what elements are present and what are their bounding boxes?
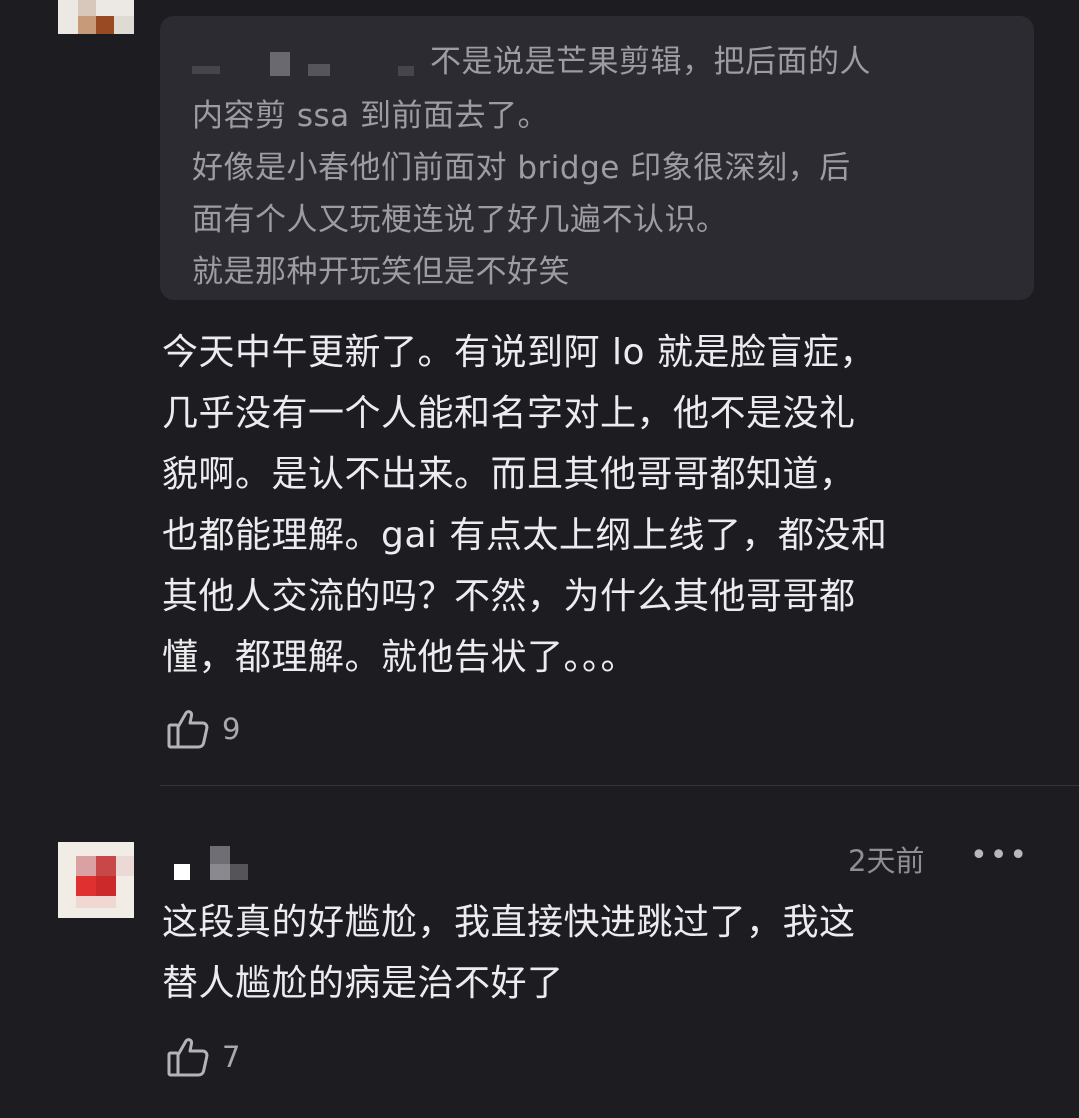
timestamp: 2天前 <box>848 844 925 878</box>
comment-line: 懂，都理解。就他告状了。。。 <box>162 637 638 678</box>
quote-line: 好像是小春他们前面对 bridge 印象很深刻，后 <box>192 150 851 186</box>
quote-line: 就是那种开玩笑但是不好笑 <box>192 254 570 290</box>
quote-line: 不是说是芒果剪辑，把后面的人 <box>430 44 871 80</box>
comment-line: 几乎没有一个人能和名字对上，他不是没礼 <box>162 393 856 434</box>
redacted-username <box>192 52 432 82</box>
comment-body: 今天中午更新了。有说到阿 lo 就是脸盲症， 几乎没有一个人能和名字对上，他不是… <box>162 322 887 688</box>
like-count: 7 <box>222 1040 241 1074</box>
comment-line: 今天中午更新了。有说到阿 lo 就是脸盲症， <box>162 332 876 373</box>
comment-line: 也都能理解。gai 有点太上纲上线了，都没和 <box>162 515 888 556</box>
divider <box>160 785 1079 786</box>
quoted-reply: 不是说是芒果剪辑，把后面的人 内容剪 ssa 到前面去了。 好像是小春他们前面对… <box>160 16 1034 300</box>
comment-line: 这段真的好尴尬，我直接快进跳过了，我这 <box>162 902 856 943</box>
comment-line: 替人尴尬的病是治不好了 <box>162 963 564 1004</box>
quote-line: 内容剪 ssa 到前面去了。 <box>192 98 550 134</box>
avatar[interactable] <box>58 0 134 34</box>
comment-line: 貌啊。是认不出来。而且其他哥哥都知道， <box>162 454 856 495</box>
more-options-button[interactable]: ••• <box>970 838 1029 873</box>
redacted-username[interactable] <box>174 842 250 882</box>
thumbs-up-icon <box>166 707 210 751</box>
quote-line: 面有个人又玩梗连说了好几遍不认识。 <box>192 202 728 238</box>
avatar[interactable] <box>58 842 134 918</box>
like-button[interactable]: 9 <box>166 707 240 751</box>
like-count: 9 <box>222 712 241 746</box>
comment-line: 其他人交流的吗？不然，为什么其他哥哥都 <box>162 576 856 617</box>
comment-body: 这段真的好尴尬，我直接快进跳过了，我这 替人尴尬的病是治不好了 <box>162 892 856 1014</box>
like-button[interactable]: 7 <box>166 1035 240 1079</box>
thumbs-up-icon <box>166 1035 210 1079</box>
